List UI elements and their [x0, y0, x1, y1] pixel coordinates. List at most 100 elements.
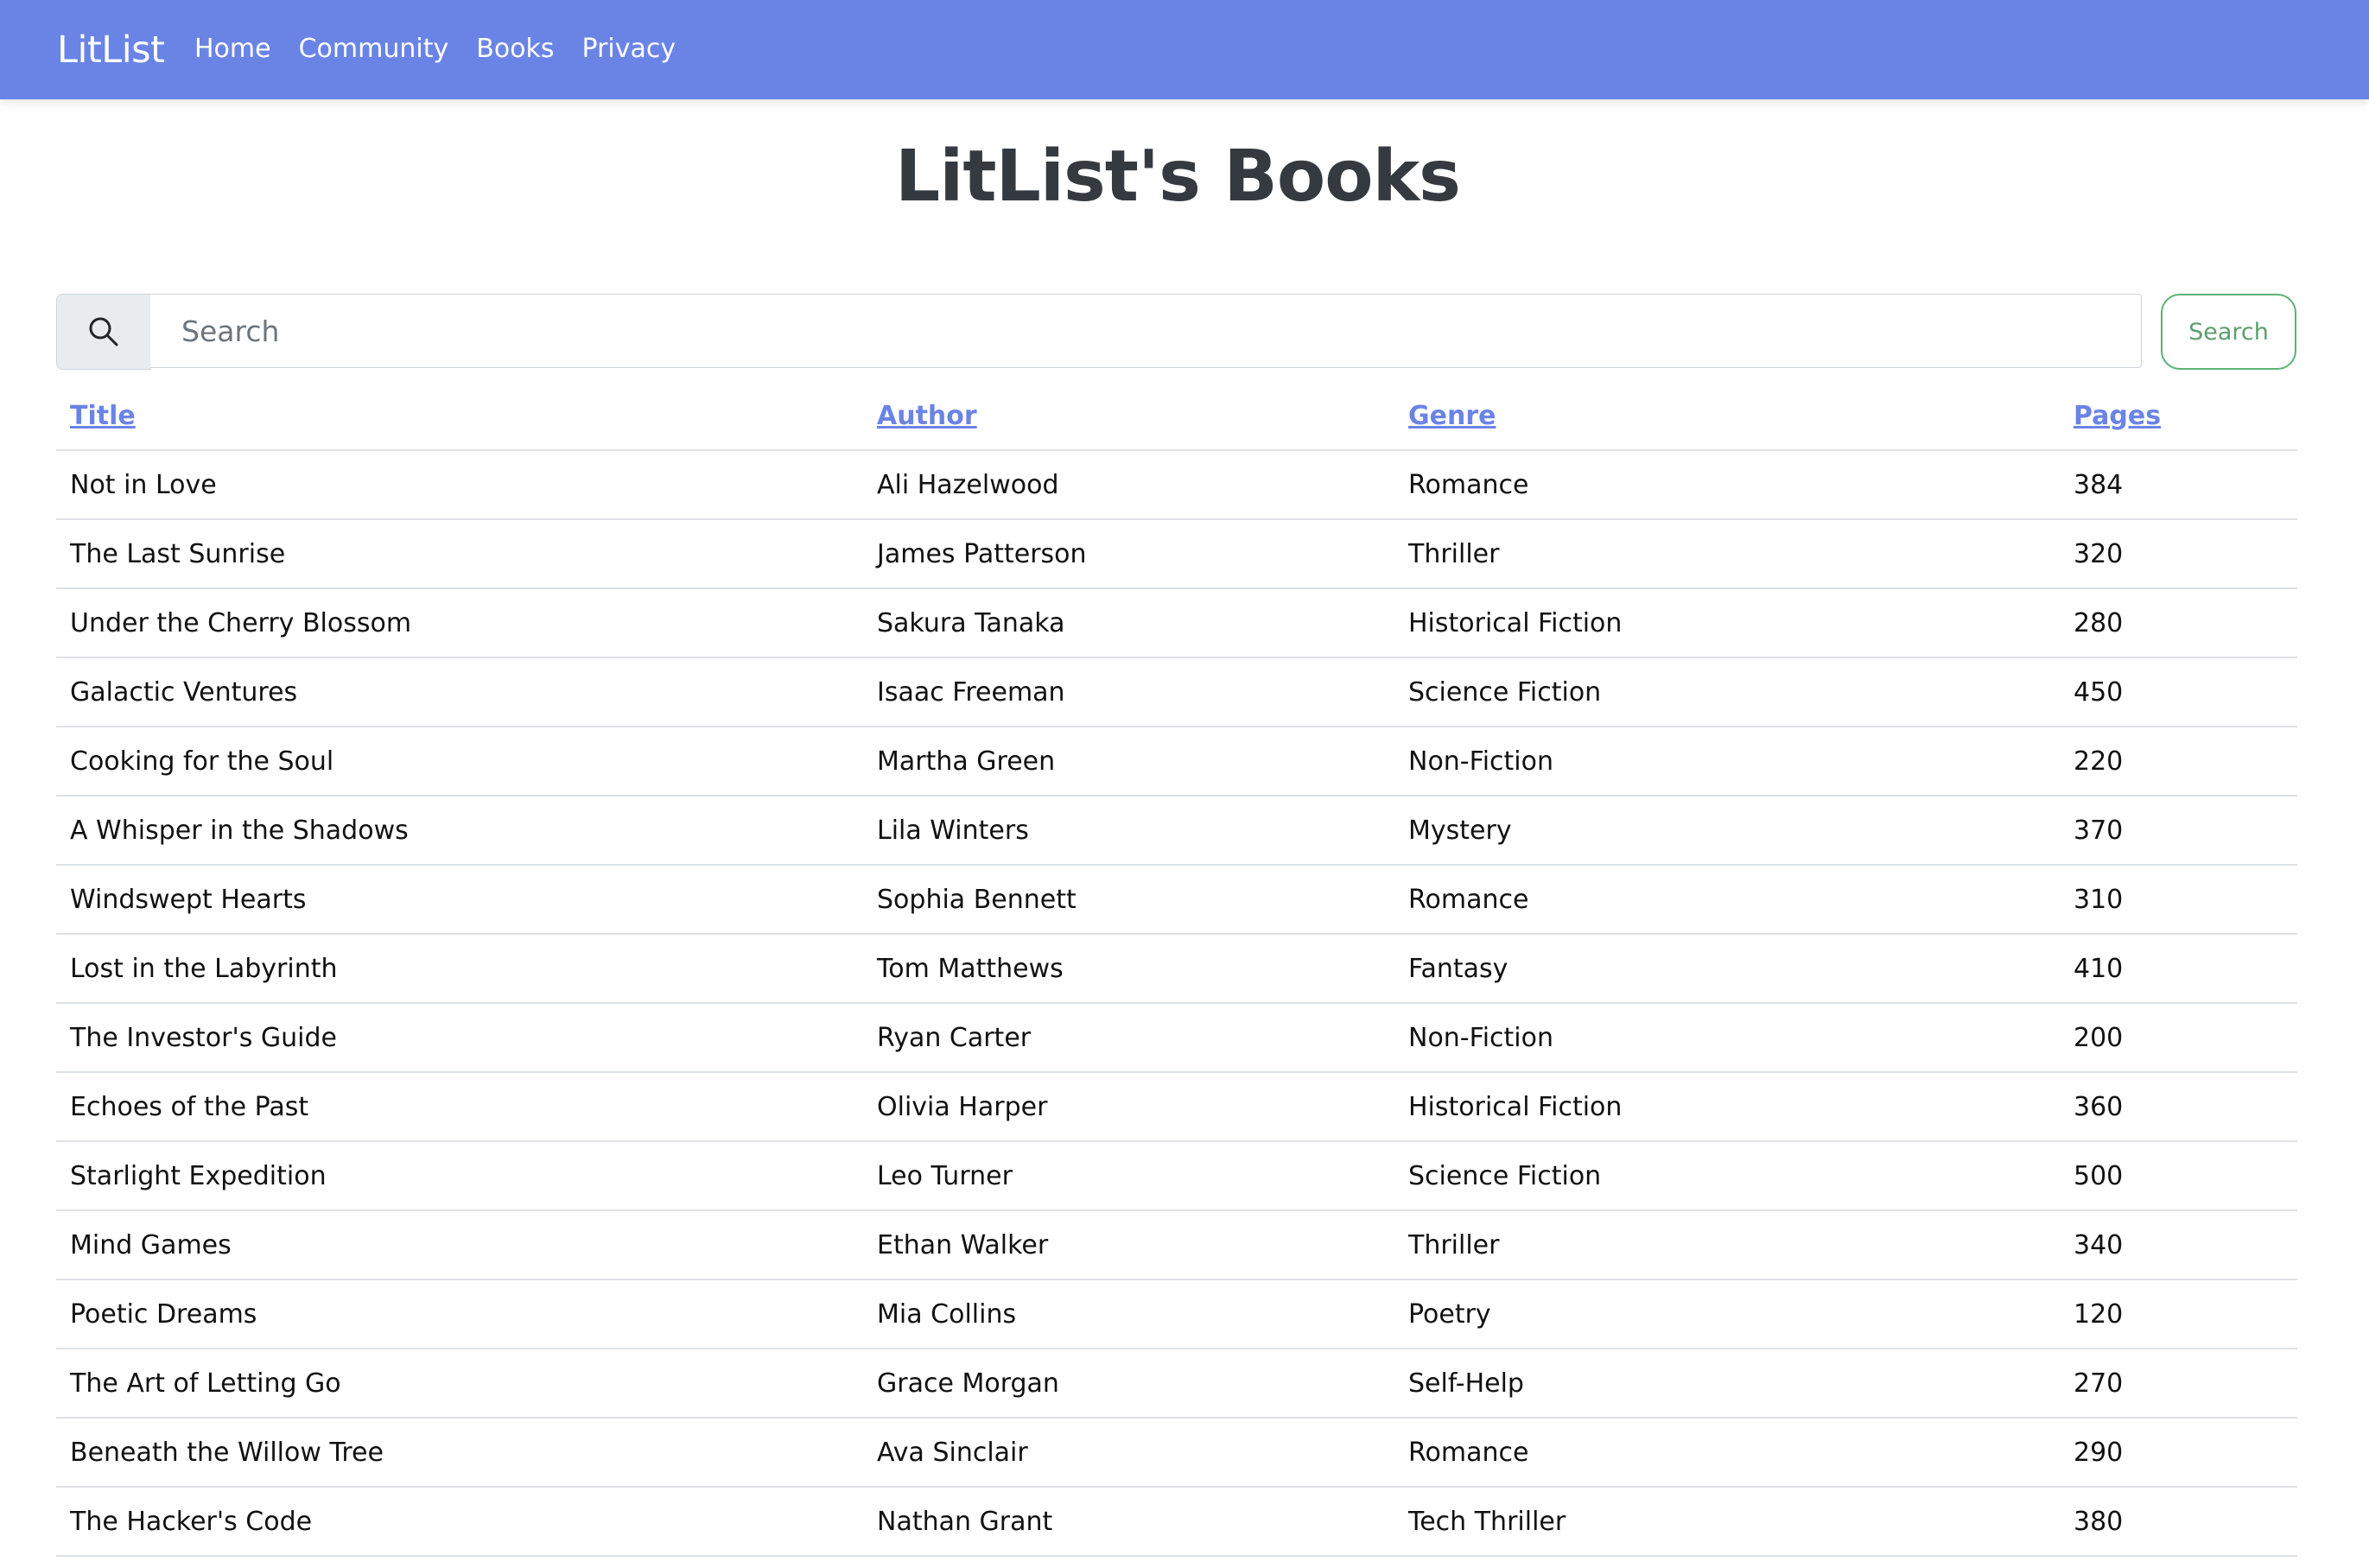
cell-author: Sophia Bennett: [863, 865, 1394, 935]
cell-author: Isaac Freeman: [863, 657, 1394, 727]
search-bar: Search: [56, 294, 2297, 370]
cell-author: Ethan Walker: [863, 1210, 1394, 1280]
table-row: Cooking for the Soul Martha Green Non-Fict…: [56, 727, 2297, 797]
cell-author: Martha Green: [863, 727, 1394, 797]
cell-pages: 410: [2060, 934, 2297, 1004]
cell-author: Olivia Harper: [863, 1072, 1394, 1142]
nav-link-home[interactable]: Home: [194, 30, 271, 68]
table-body: Not in Love Ali Hazelwood Romance 384 The La…: [56, 450, 2297, 1557]
cell-author: Tom Matthews: [863, 934, 1394, 1004]
nav-link-privacy[interactable]: Privacy: [582, 30, 676, 68]
navbar: LitList Home Community Books Privacy: [0, 0, 2369, 99]
table-row: Not in Love Ali Hazelwood Romance 384: [56, 450, 2297, 520]
search-input[interactable]: [150, 294, 2142, 368]
table-header-row: Title Author Genre Pages: [56, 382, 2297, 451]
table-row: Under the Cherry Blossom Sakura Tanaka His…: [56, 588, 2297, 658]
search-icon: [56, 294, 151, 370]
cell-genre: Self-Help: [1394, 1349, 2060, 1419]
cell-genre: Thriller: [1394, 519, 2060, 589]
cell-genre: Poetry: [1394, 1279, 2060, 1349]
cell-author: Ava Sinclair: [863, 1418, 1394, 1488]
cell-pages: 280: [2060, 588, 2297, 658]
cell-title: Starlight Expedition: [56, 1141, 863, 1211]
table-row: Echoes of the Past Olivia Harper Historica…: [56, 1072, 2297, 1142]
sort-by-genre-link[interactable]: Genre: [1408, 401, 1496, 431]
cell-title: Cooking for the Soul: [56, 727, 863, 797]
cell-genre: Mystery: [1394, 796, 2060, 866]
cell-title: The Hacker's Code: [56, 1487, 863, 1557]
cell-pages: 450: [2060, 657, 2297, 727]
nav-link-community[interactable]: Community: [299, 30, 449, 68]
cell-pages: 380: [2060, 1487, 2297, 1557]
cell-author: Grace Morgan: [863, 1349, 1394, 1419]
cell-genre: Tech Thriller: [1394, 1487, 2060, 1557]
cell-pages: 360: [2060, 1072, 2297, 1142]
table-row: The Hacker's Code Nathan Grant Tech Thrill…: [56, 1487, 2297, 1557]
cell-title: Not in Love: [56, 450, 863, 520]
cell-author: Ali Hazelwood: [863, 450, 1394, 520]
cell-pages: 200: [2060, 1003, 2297, 1073]
sort-by-title-link[interactable]: Title: [70, 401, 136, 431]
cell-genre: Romance: [1394, 1418, 2060, 1488]
table-row: The Last Sunrise James Patterson Thriller 3…: [56, 519, 2297, 589]
page-title: LitList's Books: [895, 136, 1461, 218]
table-row: A Whisper in the Shadows Lila Winters Myst…: [56, 796, 2297, 866]
column-header-author: Author: [863, 382, 1394, 451]
cell-author: Sakura Tanaka: [863, 588, 1394, 658]
cell-genre: Romance: [1394, 450, 2060, 520]
table-row: Windswept Hearts Sophia Bennett Romance 310: [56, 865, 2297, 935]
column-header-genre: Genre: [1394, 382, 2060, 451]
cell-author: Mia Collins: [863, 1279, 1394, 1349]
sort-by-pages-link[interactable]: Pages: [2074, 401, 2161, 431]
cell-genre: Historical Fiction: [1394, 1072, 2060, 1142]
nav-link-books[interactable]: Books: [476, 30, 554, 68]
cell-title: Mind Games: [56, 1210, 863, 1280]
cell-pages: 500: [2060, 1141, 2297, 1211]
column-header-pages: Pages: [2060, 382, 2297, 451]
table-row: Galactic Ventures Isaac Freeman Science Fi…: [56, 657, 2297, 727]
cell-author: Leo Turner: [863, 1141, 1394, 1211]
cell-title: A Whisper in the Shadows: [56, 796, 863, 866]
cell-pages: 340: [2060, 1210, 2297, 1280]
books-table: Title Author Genre Pages Not in Love Ali …: [56, 382, 2297, 1557]
cell-pages: 320: [2060, 519, 2297, 589]
cell-title: Galactic Ventures: [56, 657, 863, 727]
cell-author: James Patterson: [863, 519, 1394, 589]
table-row: Starlight Expedition Leo Turner Science Fi…: [56, 1141, 2297, 1211]
cell-title: Under the Cherry Blossom: [56, 588, 863, 658]
cell-pages: 310: [2060, 865, 2297, 935]
cell-title: Poetic Dreams: [56, 1279, 863, 1349]
cell-genre: Science Fiction: [1394, 1141, 2060, 1211]
cell-genre: Romance: [1394, 865, 2060, 935]
cell-title: Beneath the Willow Tree: [56, 1418, 863, 1488]
cell-pages: 290: [2060, 1418, 2297, 1488]
nav-links: Home Community Books Privacy: [194, 30, 676, 68]
table-row: The Investor's Guide Ryan Carter Non-Ficti…: [56, 1003, 2297, 1073]
search-button[interactable]: Search: [2161, 294, 2296, 370]
cell-title: The Art of Letting Go: [56, 1349, 863, 1419]
table-row: Beneath the Willow Tree Ava Sinclair Roman…: [56, 1418, 2297, 1488]
cell-genre: Non-Fiction: [1394, 727, 2060, 797]
cell-pages: 384: [2060, 450, 2297, 520]
table-row: Lost in the Labyrinth Tom Matthews Fantasy…: [56, 934, 2297, 1004]
cell-genre: Historical Fiction: [1394, 588, 2060, 658]
cell-title: Windswept Hearts: [56, 865, 863, 935]
sort-by-author-link[interactable]: Author: [877, 401, 977, 431]
table-row: The Art of Letting Go Grace Morgan Self-He…: [56, 1349, 2297, 1419]
cell-author: Ryan Carter: [863, 1003, 1394, 1073]
cell-pages: 120: [2060, 1279, 2297, 1349]
cell-genre: Fantasy: [1394, 934, 2060, 1004]
cell-genre: Science Fiction: [1394, 657, 2060, 727]
cell-pages: 370: [2060, 796, 2297, 866]
cell-pages: 270: [2060, 1349, 2297, 1419]
column-header-title: Title: [56, 382, 863, 451]
cell-pages: 220: [2060, 727, 2297, 797]
cell-title: Echoes of the Past: [56, 1072, 863, 1142]
cell-genre: Thriller: [1394, 1210, 2060, 1280]
cell-author: Lila Winters: [863, 796, 1394, 866]
table-row: Poetic Dreams Mia Collins Poetry 120: [56, 1279, 2297, 1349]
table-row: Mind Games Ethan Walker Thriller 340: [56, 1210, 2297, 1280]
cell-genre: Non-Fiction: [1394, 1003, 2060, 1073]
cell-title: Lost in the Labyrinth: [56, 934, 863, 1004]
brand-link[interactable]: LitList: [57, 26, 165, 74]
